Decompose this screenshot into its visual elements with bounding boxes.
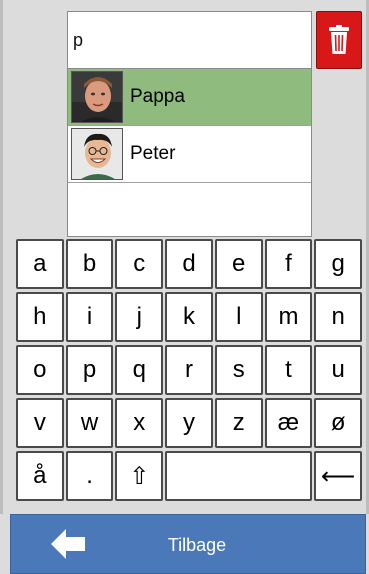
key-q[interactable]: q bbox=[115, 345, 164, 395]
result-row-peter[interactable]: Peter bbox=[68, 126, 311, 183]
result-row-pappa[interactable]: Pappa bbox=[68, 69, 311, 126]
key-c[interactable]: c bbox=[115, 239, 164, 289]
back-button[interactable]: Tilbage bbox=[10, 514, 366, 574]
key-d[interactable]: d bbox=[165, 239, 213, 289]
key-u[interactable]: u bbox=[314, 345, 363, 395]
key-n[interactable]: n bbox=[314, 292, 363, 342]
key-z[interactable]: z bbox=[214, 398, 263, 448]
key-v[interactable]: v bbox=[16, 398, 64, 448]
key-p[interactable]: p bbox=[65, 345, 114, 395]
key-a[interactable]: a bbox=[16, 239, 64, 289]
key-h[interactable]: h bbox=[16, 292, 64, 342]
shift-icon: ⇧ bbox=[129, 462, 150, 490]
key-s[interactable]: s bbox=[214, 345, 263, 395]
on-screen-keyboard: a b c d e f g h i j k l m n o p q r s t … bbox=[16, 239, 364, 504]
search-input-value: p bbox=[73, 29, 84, 50]
avatar bbox=[71, 128, 123, 180]
key-l[interactable]: l bbox=[214, 292, 263, 342]
clear-search-button[interactable] bbox=[316, 11, 362, 69]
keyboard-row: o p q r s t u bbox=[16, 345, 364, 396]
backspace-icon: ⟵ bbox=[320, 462, 356, 490]
shift-key[interactable]: ⇧ bbox=[115, 451, 164, 501]
keyboard-row: v w x y z æ ø bbox=[16, 398, 364, 449]
space-key[interactable] bbox=[165, 451, 313, 501]
key-o[interactable]: o bbox=[16, 345, 64, 395]
key-g[interactable]: g bbox=[314, 239, 363, 289]
left-edge bbox=[0, 0, 3, 514]
key-m[interactable]: m bbox=[264, 292, 313, 342]
key-x[interactable]: x bbox=[115, 398, 164, 448]
result-name: Peter bbox=[130, 143, 176, 164]
key-w[interactable]: w bbox=[65, 398, 114, 448]
key-oe[interactable]: ø bbox=[314, 398, 363, 448]
key-period[interactable]: . bbox=[65, 451, 114, 501]
key-aa[interactable]: å bbox=[16, 451, 64, 501]
key-ae[interactable]: æ bbox=[264, 398, 313, 448]
app-window: p Pappa Peter a b c d e f g h i j k l m … bbox=[0, 0, 369, 574]
key-t[interactable]: t bbox=[264, 345, 313, 395]
key-r[interactable]: r bbox=[165, 345, 213, 395]
search-input[interactable]: p bbox=[67, 11, 312, 69]
key-f[interactable]: f bbox=[264, 239, 313, 289]
back-label: Tilbage bbox=[167, 535, 227, 555]
keyboard-row: å . ⇧ ⟵ bbox=[16, 451, 364, 502]
avatar bbox=[71, 71, 123, 123]
result-list: Pappa Peter bbox=[67, 69, 312, 237]
trash-icon bbox=[329, 25, 349, 54]
keyboard-row: a b c d e f g bbox=[16, 239, 364, 290]
backspace-key[interactable]: ⟵ bbox=[314, 451, 362, 501]
key-i[interactable]: i bbox=[65, 292, 114, 342]
key-b[interactable]: b bbox=[65, 239, 114, 289]
key-k[interactable]: k bbox=[165, 292, 213, 342]
key-y[interactable]: y bbox=[165, 398, 213, 448]
key-j[interactable]: j bbox=[115, 292, 164, 342]
key-e[interactable]: e bbox=[214, 239, 263, 289]
result-name: Pappa bbox=[130, 86, 185, 107]
keyboard-row: h i j k l m n bbox=[16, 292, 364, 343]
